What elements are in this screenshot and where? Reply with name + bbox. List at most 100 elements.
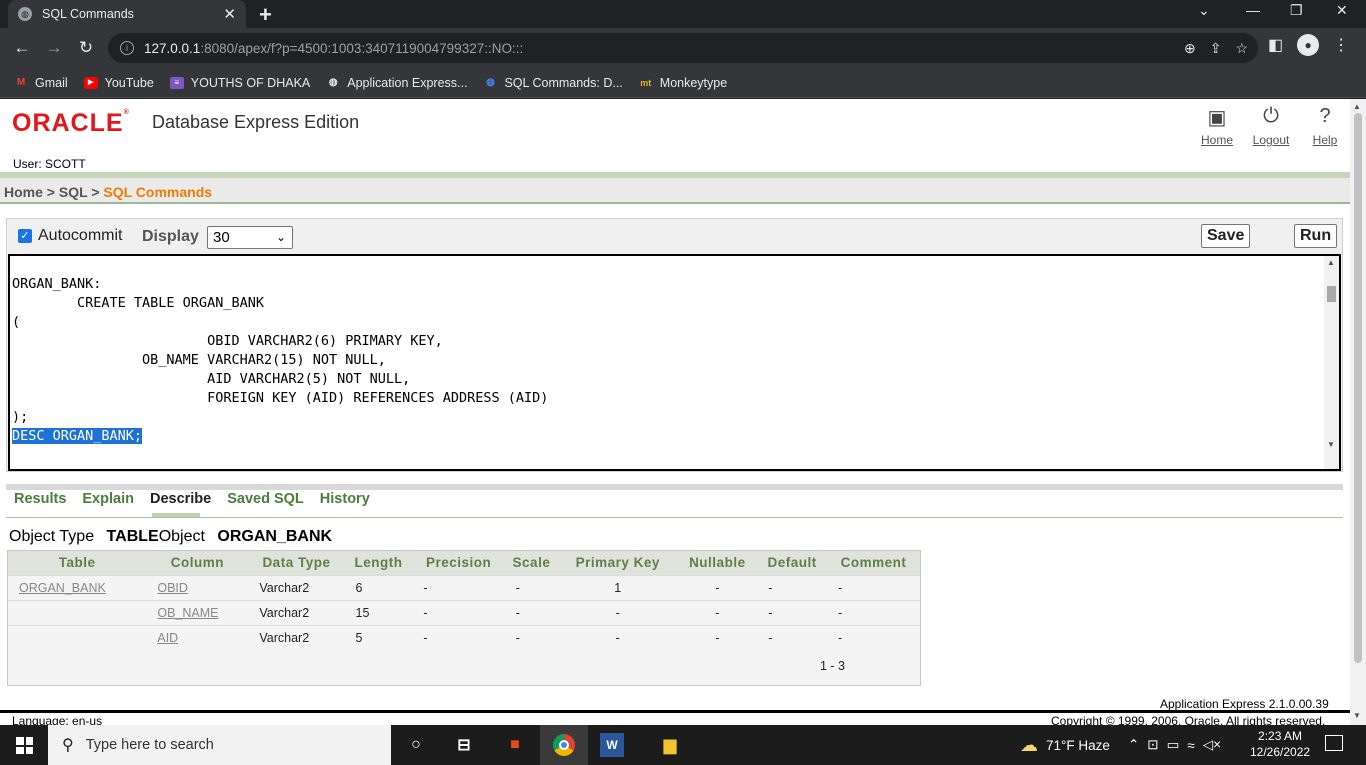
tab-results[interactable]: Results: [14, 491, 66, 507]
windows-start-icon[interactable]: [16, 737, 33, 754]
display-select[interactable]: 30 ⌄: [207, 226, 293, 249]
volume-icon[interactable]: ◁×: [1203, 737, 1221, 753]
save-button[interactable]: Save: [1201, 224, 1251, 248]
network-icon[interactable]: ⊡: [1147, 737, 1158, 753]
breadcrumb-home[interactable]: Home: [4, 184, 43, 200]
task-view-icon[interactable]: ⊟: [452, 733, 476, 757]
sql-editor[interactable]: ORGAN_BANK: CREATE TABLE ORGAN_BANK ( OB…: [8, 254, 1341, 471]
tab-history[interactable]: History: [320, 491, 370, 507]
clock[interactable]: 2:23 AM 12/26/2022: [1250, 728, 1310, 760]
search-placeholder: Type here to search: [85, 737, 214, 753]
file-explorer-icon[interactable]: ▆: [658, 733, 682, 757]
help-link[interactable]: ? Help: [1306, 105, 1344, 147]
help-link-label[interactable]: Help: [1313, 133, 1338, 147]
tab-saved-sql[interactable]: Saved SQL: [227, 491, 304, 507]
object-info: Object Type TABLEObject ORGAN_BANK: [9, 528, 333, 545]
monkeytype-icon: mt: [640, 77, 652, 88]
taskbar-search[interactable]: ⚲ Type here to search: [48, 725, 391, 765]
editor-scrollbar[interactable]: ▲ ▼: [1324, 256, 1339, 469]
logout-link[interactable]: ⏻ Logout: [1252, 105, 1290, 147]
bookmark-youtube[interactable]: ▶ YouTube: [83, 76, 154, 90]
help-icon: ?: [1319, 105, 1331, 127]
windows-taskbar: ⚲ Type here to search ○ ⊟ ■ W ▆ ☁ 71°F H…: [0, 725, 1366, 765]
column-name-link[interactable]: OBID: [146, 574, 249, 600]
globe-icon: ◍: [18, 7, 32, 21]
bookmark-sql-commands[interactable]: ◍ SQL Commands: D...: [483, 76, 623, 90]
column-header: Length: [344, 551, 413, 575]
table-row: ORGAN_BANK OBID Varchar2 6 - - 1 - - -: [8, 574, 920, 600]
bookmark-application-express[interactable]: ◍ Application Express...: [326, 75, 468, 90]
battery-icon[interactable]: ▭: [1167, 737, 1180, 753]
bookmark-monkeytype[interactable]: mt Monkeytype: [639, 76, 727, 90]
side-panel-icon[interactable]: ◧: [1268, 35, 1283, 55]
cortana-icon[interactable]: ○: [404, 733, 428, 757]
autocommit-checkbox[interactable]: ✓ Autocommit: [18, 227, 122, 245]
checkmark-icon: ✓: [18, 229, 32, 243]
home-link-label[interactable]: Home: [1201, 133, 1233, 147]
close-tab-icon[interactable]: ✕: [223, 5, 236, 23]
chrome-icon[interactable]: [540, 725, 588, 765]
back-icon[interactable]: ←: [6, 38, 38, 58]
bookmark-label: Application Express...: [347, 75, 468, 90]
site-info-icon[interactable]: i: [120, 41, 134, 55]
logout-link-label[interactable]: Logout: [1253, 133, 1290, 147]
breadcrumb-current: SQL Commands: [103, 184, 213, 200]
forward-icon[interactable]: →: [38, 38, 70, 58]
home-link[interactable]: ▣ Home: [1198, 105, 1236, 147]
browser-toolbar: ← → ↻ i 127.0.0.1 :8080/apex/f?p=4500:10…: [0, 28, 1366, 68]
tab-explain[interactable]: Explain: [82, 491, 134, 507]
oracle-logo: ORACLE®: [12, 109, 130, 137]
chevron-up-icon[interactable]: ⌃: [1128, 737, 1139, 753]
tab-search-icon[interactable]: ⌄: [1198, 2, 1210, 19]
bookmark-gmail[interactable]: M Gmail: [14, 76, 68, 90]
address-bar[interactable]: i 127.0.0.1 :8080/apex/f?p=4500:1003:340…: [108, 33, 1258, 63]
browser-tab[interactable]: ◍ SQL Commands ✕: [8, 0, 246, 28]
scroll-down-icon[interactable]: ▼: [1327, 440, 1335, 449]
close-window-icon[interactable]: ✕: [1336, 2, 1348, 19]
clock-time: 2:23 AM: [1258, 729, 1303, 743]
page-scroll-thumb[interactable]: [1354, 113, 1362, 663]
scroll-up-icon[interactable]: ▲: [1353, 102, 1361, 111]
column-name-link[interactable]: AID: [146, 624, 249, 650]
share-icon[interactable]: ⇪: [1210, 40, 1222, 57]
run-button[interactable]: Run: [1294, 224, 1338, 248]
page-content: ORACLE® Database Express Edition User: S…: [0, 99, 1350, 725]
breadcrumb-sql[interactable]: SQL: [59, 184, 88, 200]
menu-icon[interactable]: ⋮: [1333, 35, 1349, 55]
tab-title: SQL Commands: [42, 7, 134, 21]
weather-icon[interactable]: ☁: [1020, 735, 1038, 756]
breadcrumb: Home > SQL > SQL Commands: [0, 178, 1350, 204]
weather-label[interactable]: 71°F Haze: [1046, 738, 1110, 753]
clock-date: 12/26/2022: [1250, 745, 1311, 759]
system-tray: ☁ 71°F Haze ⌃ ⊡ ▭ ≈ ◁×: [1020, 725, 1221, 765]
restore-icon[interactable]: ❐: [1290, 2, 1303, 19]
zoom-icon[interactable]: ⊕: [1184, 40, 1196, 57]
editor-scroll-thumb[interactable]: [1327, 286, 1336, 302]
scroll-down-icon[interactable]: ▼: [1353, 711, 1361, 720]
gmail-icon: M: [16, 76, 26, 88]
bookmark-star-icon[interactable]: ☆: [1235, 40, 1248, 57]
scroll-up-icon[interactable]: ▲: [1327, 258, 1335, 267]
word-icon[interactable]: W: [600, 733, 624, 757]
user-label: User: SCOTT: [13, 157, 86, 171]
profile-avatar[interactable]: ●: [1297, 34, 1320, 56]
new-tab-icon[interactable]: +: [259, 2, 272, 28]
office-icon[interactable]: ■: [503, 733, 527, 757]
minimize-icon[interactable]: —: [1246, 2, 1260, 18]
column-header: Precision: [412, 551, 505, 575]
search-icon: ⚲: [62, 737, 74, 754]
bookmark-icon: ≡: [169, 76, 184, 89]
display-label: Display: [142, 228, 199, 245]
display-value: 30: [213, 229, 230, 246]
notification-icon[interactable]: [1325, 735, 1343, 751]
power-icon: ⏻: [1263, 105, 1279, 127]
table-name-link[interactable]: ORGAN_BANK: [8, 574, 147, 600]
bookmark-youths-of-dhaka[interactable]: ≡ YOUTHS OF DHAKA: [169, 76, 310, 90]
url-path: :8080/apex/f?p=4500:1003:340711900479932…: [200, 40, 524, 56]
wifi-icon[interactable]: ≈: [1187, 738, 1194, 753]
tab-describe[interactable]: Describe: [150, 491, 211, 507]
tabs-divider: [6, 517, 1343, 518]
column-name-link[interactable]: OB_NAME: [146, 599, 249, 625]
reload-icon[interactable]: ↻: [70, 38, 102, 58]
page-scrollbar[interactable]: ▲ ▼: [1350, 99, 1366, 725]
